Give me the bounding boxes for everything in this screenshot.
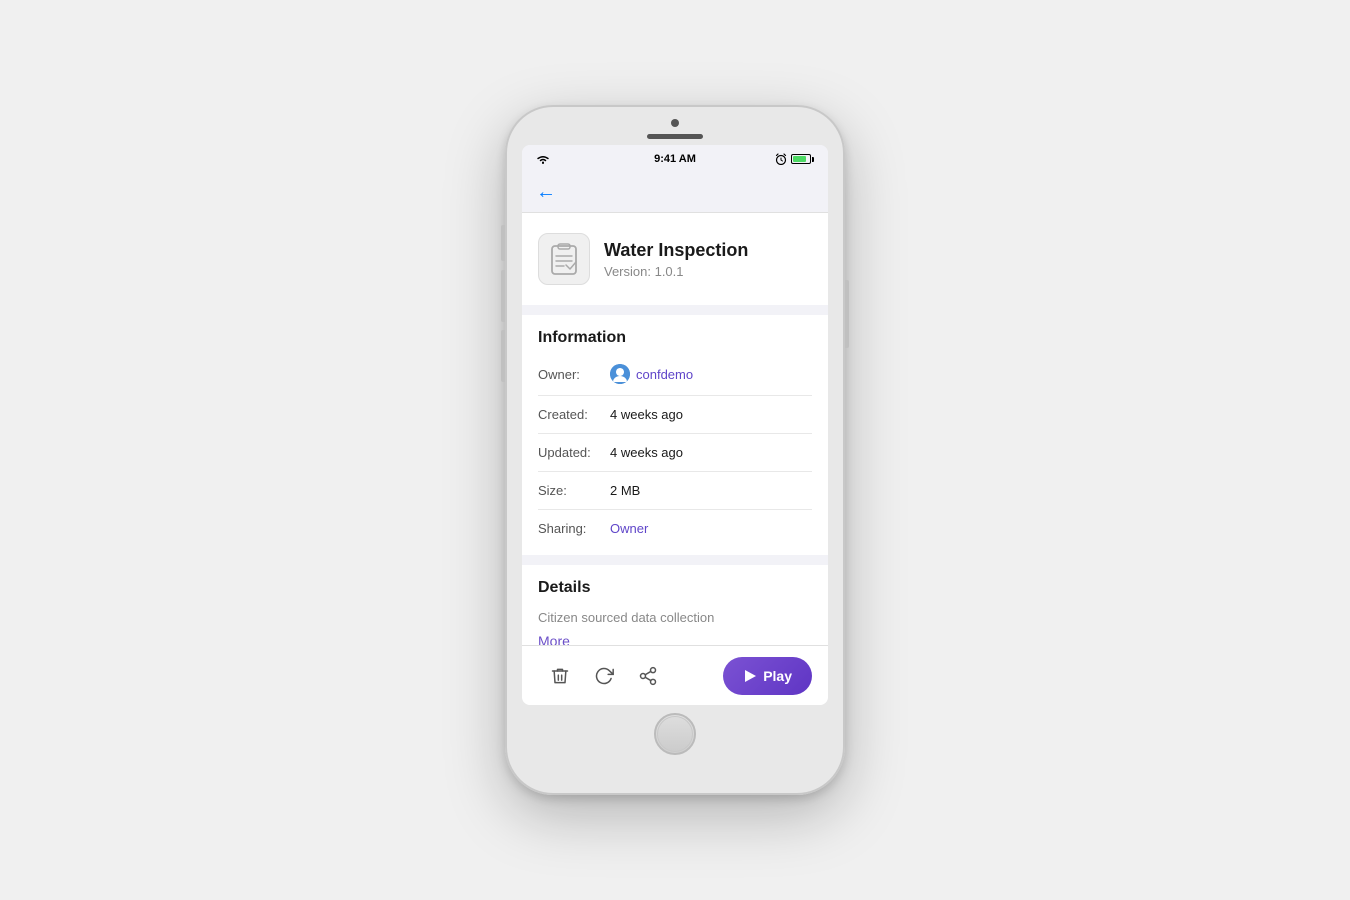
refresh-button[interactable] (582, 654, 626, 698)
power-button[interactable] (845, 280, 849, 348)
sharing-value[interactable]: Owner (610, 521, 648, 536)
bottom-toolbar: Play (522, 645, 828, 705)
status-right (775, 153, 814, 165)
home-button[interactable] (654, 713, 696, 755)
phone-top-bar (505, 105, 845, 145)
volume-down-button[interactable] (501, 330, 505, 382)
sharing-row: Sharing: Owner (538, 516, 812, 541)
play-icon (743, 669, 757, 683)
app-icon (538, 233, 590, 285)
owner-row: Owner: confdemo (538, 359, 812, 389)
back-button[interactable]: ← (536, 181, 556, 204)
trash-icon (550, 666, 570, 686)
divider (538, 471, 812, 472)
app-name: Water Inspection (604, 240, 748, 261)
status-left (536, 154, 550, 165)
share-icon (638, 666, 658, 686)
phone-screen: 9:41 AM ← (522, 145, 828, 705)
size-value: 2 MB (610, 483, 640, 498)
updated-label: Updated: (538, 445, 610, 460)
information-title: Information (538, 329, 812, 347)
delete-button[interactable] (538, 654, 582, 698)
battery-indicator (791, 154, 814, 164)
updated-row: Updated: 4 weeks ago (538, 440, 812, 465)
size-row: Size: 2 MB (538, 478, 812, 503)
details-section: Details Citizen sourced data collection … (522, 565, 828, 645)
more-button[interactable]: More (538, 633, 570, 645)
app-version: Version: 1.0.1 (604, 264, 748, 279)
home-button-inner (657, 716, 693, 752)
nav-bar: ← (522, 173, 828, 213)
owner-label: Owner: (538, 367, 610, 382)
app-title-group: Water Inspection Version: 1.0.1 (604, 240, 748, 279)
scroll-content: Water Inspection Version: 1.0.1 Informat… (522, 213, 828, 645)
alarm-icon (775, 153, 787, 165)
share-button[interactable] (626, 654, 670, 698)
clipboard-icon (546, 241, 582, 277)
owner-value[interactable]: confdemo (636, 367, 693, 382)
volume-up-button[interactable] (501, 270, 505, 322)
updated-value: 4 weeks ago (610, 445, 683, 460)
created-value: 4 weeks ago (610, 407, 683, 422)
camera-dot (671, 119, 679, 127)
app-header: Water Inspection Version: 1.0.1 (522, 213, 828, 305)
information-section: Information Owner: confdemo Created: 4 w… (522, 315, 828, 555)
play-button[interactable]: Play (723, 657, 812, 695)
play-label: Play (763, 668, 792, 684)
divider (538, 395, 812, 396)
sharing-label: Sharing: (538, 521, 610, 536)
divider (538, 433, 812, 434)
status-bar: 9:41 AM (522, 145, 828, 173)
created-row: Created: 4 weeks ago (538, 402, 812, 427)
created-label: Created: (538, 407, 610, 422)
size-label: Size: (538, 483, 610, 498)
phone-device: 9:41 AM ← (505, 105, 845, 795)
speaker-bar (647, 134, 703, 139)
refresh-icon (594, 666, 614, 686)
divider (538, 509, 812, 510)
owner-avatar (610, 364, 630, 384)
details-title: Details (538, 579, 812, 597)
wifi-icon (536, 154, 550, 165)
details-description: Citizen sourced data collection (538, 609, 812, 627)
status-time: 9:41 AM (654, 153, 696, 165)
